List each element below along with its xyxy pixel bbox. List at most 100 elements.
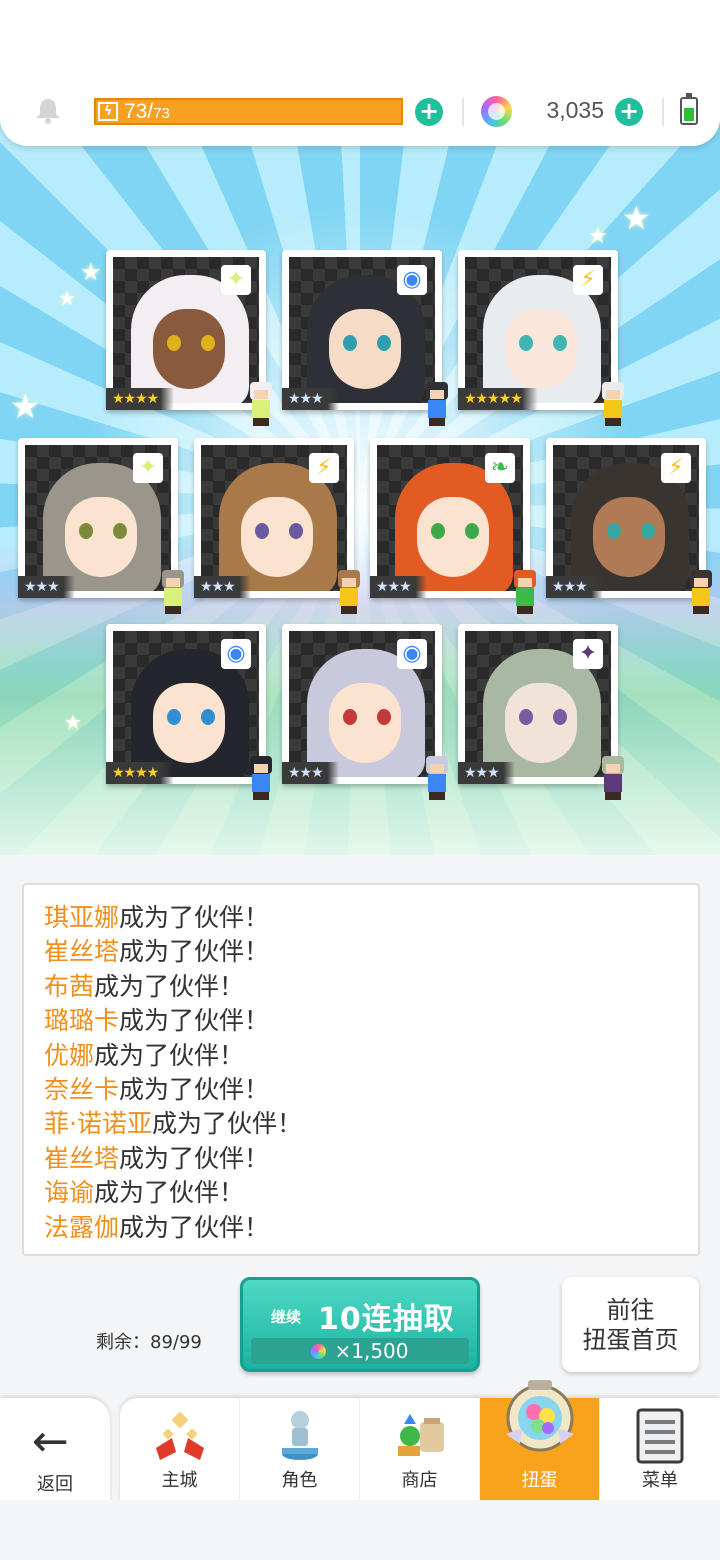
draw-title: 10连抽取	[318, 1302, 455, 1337]
log-line: 优娜成为了伙伴！	[24, 1039, 698, 1073]
result-card[interactable]: ◉ ★★★	[282, 250, 448, 426]
pixel-sprite-icon	[682, 570, 718, 616]
stamina-bar: ϟ 73/73	[94, 98, 403, 125]
nav-item-character[interactable]: 角色	[240, 1398, 360, 1500]
result-card[interactable]: ✦ ★★★	[18, 438, 184, 614]
log-text: 成为了伙伴！	[151, 1109, 302, 1139]
rarity-stars: ★★★	[18, 576, 75, 598]
result-card[interactable]: ❧ ★★★	[370, 438, 536, 614]
pixel-sprite-icon	[154, 570, 190, 616]
result-card[interactable]: ✦ ★★★★	[106, 250, 272, 426]
portrait-eye	[553, 709, 567, 725]
sparkle-icon: ★	[80, 258, 102, 286]
rarity-stars: ★★★	[282, 762, 339, 784]
element-water-icon: ◉	[221, 639, 251, 669]
remaining-counter: 剩余：89/99	[96, 1328, 202, 1354]
portrait-eye	[255, 523, 269, 539]
gacha-result-stage: ★ ★ ★ ★ ★ ★ ✦ ★★★★ ◉ ★★★ ⚡ ★★★★★ ✦ ★★★ ⚡…	[0, 120, 720, 855]
portrait-eye	[519, 335, 533, 351]
nav-label: 主城	[161, 1470, 198, 1491]
result-log[interactable]: 琪亚娜成为了伙伴！ 崔丝塔成为了伙伴！ 布茜成为了伙伴！ 璐璐卡成为了伙伴！ 优娜成为了…	[22, 883, 700, 1256]
character-name: 奈丝卡	[44, 1074, 120, 1104]
log-line: 崔丝塔成为了伙伴！	[24, 935, 698, 969]
stamina-value: 73/73	[124, 100, 170, 126]
shop-icon	[398, 1414, 444, 1456]
rarity-stars: ★★★★	[106, 762, 175, 784]
portrait-eye	[167, 709, 181, 725]
goto-label-line2: 扭蛋首页	[582, 1326, 679, 1354]
portrait-eye	[79, 523, 93, 539]
portrait-face	[505, 683, 577, 763]
stamina-max: 73	[153, 105, 170, 122]
pixel-sprite-icon	[418, 756, 454, 802]
character-icon	[282, 1411, 318, 1460]
rarity-stars: ★★★	[458, 762, 515, 784]
portrait-face	[329, 309, 401, 389]
log-text: 成为了伙伴！	[119, 1212, 270, 1242]
portrait-eye	[201, 335, 215, 351]
gacha-icon	[506, 1380, 574, 1452]
portrait-eye	[553, 335, 567, 351]
battery-icon	[680, 93, 698, 125]
result-card[interactable]: ◉ ★★★	[282, 624, 448, 800]
card-portrait: ◉	[289, 631, 435, 777]
rarity-stars: ★★★	[282, 388, 339, 410]
rarity-stars: ★★★	[370, 576, 427, 598]
portrait-eye	[167, 335, 181, 351]
card-portrait: ✦	[25, 445, 171, 591]
log-line: 布茜成为了伙伴！	[24, 970, 698, 1004]
portrait-eye	[641, 523, 655, 539]
character-name: 璐璐卡	[44, 1006, 120, 1036]
back-button[interactable]: ← 返回	[0, 1398, 110, 1508]
result-card[interactable]: ⚡ ★★★★★	[458, 250, 624, 426]
portrait-face	[153, 683, 225, 763]
portrait-eye	[343, 335, 357, 351]
portrait-eye	[465, 523, 479, 539]
log-text: 成为了伙伴！	[119, 1074, 270, 1104]
card-portrait: ⚡	[465, 257, 611, 403]
sparkle-icon: ★	[58, 286, 76, 310]
result-card[interactable]: ◉ ★★★★	[106, 624, 272, 800]
continue-label: 继续	[271, 1308, 302, 1326]
bell-icon[interactable]	[34, 96, 62, 124]
rarity-stars: ★★★★	[106, 388, 175, 410]
add-stamina-button[interactable]: +	[415, 98, 443, 126]
result-card[interactable]: ⚡ ★★★	[194, 438, 360, 614]
add-gems-button[interactable]: +	[615, 98, 643, 126]
pixel-sprite-icon	[418, 382, 454, 428]
system-nav-area	[0, 1500, 720, 1560]
goto-label-line1: 前往	[606, 1296, 655, 1324]
nav-label: 角色	[281, 1470, 318, 1491]
sparkle-icon: ★	[64, 710, 82, 734]
divider	[462, 98, 464, 126]
portrait-eye	[377, 709, 391, 725]
draw-10-button[interactable]: 继续 10连抽取 ×1,500	[240, 1277, 480, 1372]
result-card[interactable]: ⚡ ★★★	[546, 438, 712, 614]
sparkle-icon: ★	[622, 199, 651, 237]
card-portrait: ⚡	[553, 445, 699, 591]
nav-item-gacha[interactable]: 扭蛋	[480, 1380, 600, 1500]
character-name: 优娜	[44, 1040, 95, 1070]
portrait-eye	[519, 709, 533, 725]
nav-item-shop[interactable]: 商店	[360, 1398, 480, 1500]
draw-cost-value: ×1,500	[334, 1339, 409, 1363]
character-name: 崔丝塔	[44, 1143, 120, 1173]
log-text: 成为了伙伴！	[94, 1040, 245, 1070]
nav-item-town[interactable]: 主城	[120, 1398, 240, 1500]
card-portrait: ⚡	[201, 445, 347, 591]
nav-item-menu[interactable]: 菜单	[600, 1398, 720, 1500]
log-text: 成为了伙伴！	[119, 937, 270, 967]
result-card[interactable]: ✦ ★★★	[458, 624, 624, 800]
character-name: 法露伽	[44, 1212, 120, 1242]
element-water-icon: ◉	[397, 265, 427, 295]
menu-icon	[636, 1408, 684, 1464]
rarity-stars: ★★★★★	[458, 388, 538, 410]
card-portrait: ✦	[465, 631, 611, 777]
element-light-icon: ✦	[221, 265, 251, 295]
goto-gacha-home-button[interactable]: 前往 扭蛋首页	[562, 1277, 699, 1372]
portrait-eye	[289, 523, 303, 539]
pixel-sprite-icon	[330, 570, 366, 616]
character-name: 菲·诺诺亚	[44, 1109, 152, 1139]
portrait-eye	[607, 523, 621, 539]
portrait-eye	[201, 709, 215, 725]
